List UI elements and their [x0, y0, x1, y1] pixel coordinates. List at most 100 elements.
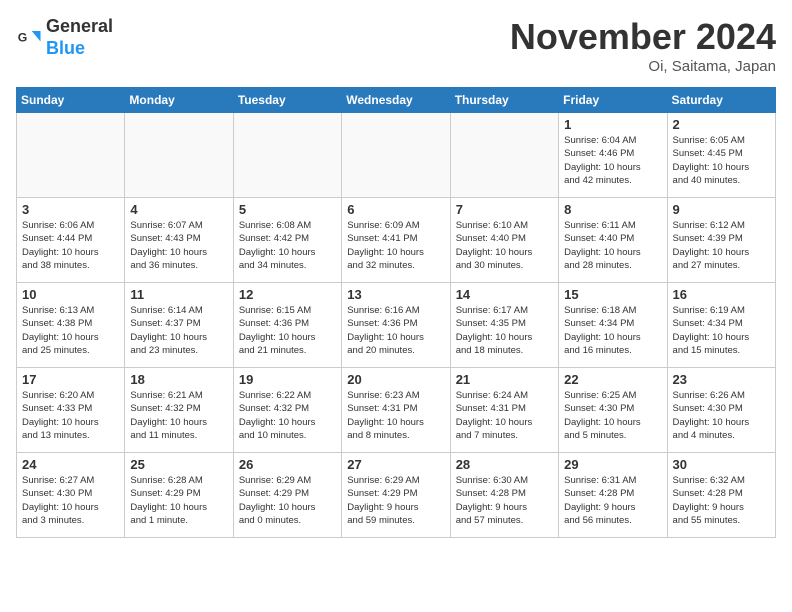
- calendar-cell: 18 Sunrise: 6:21 AM Sunset: 4:32 PM Dayli…: [125, 368, 233, 453]
- day-number: 8: [564, 202, 661, 217]
- day-info: Sunrise: 6:10 AM Sunset: 4:40 PM Dayligh…: [456, 219, 553, 272]
- day-number: 15: [564, 287, 661, 302]
- column-header-monday: Monday: [125, 88, 233, 113]
- day-info: Sunrise: 6:26 AM Sunset: 4:30 PM Dayligh…: [673, 389, 770, 442]
- calendar-cell: 3 Sunrise: 6:06 AM Sunset: 4:44 PM Daylig…: [17, 198, 125, 283]
- calendar-cell: 20 Sunrise: 6:23 AM Sunset: 4:31 PM Dayli…: [342, 368, 450, 453]
- day-number: 16: [673, 287, 770, 302]
- day-info: Sunrise: 6:06 AM Sunset: 4:44 PM Dayligh…: [22, 219, 119, 272]
- day-info: Sunrise: 6:05 AM Sunset: 4:45 PM Dayligh…: [673, 134, 770, 187]
- calendar-cell: [450, 113, 558, 198]
- calendar-week-4: 17Sunrise: 6:20 AM Sunset: 4:33 PM Dayli…: [17, 368, 776, 453]
- day-number: 18: [130, 372, 227, 387]
- calendar-cell: 4 Sunrise: 6:07 AM Sunset: 4:43 PM Daylig…: [125, 198, 233, 283]
- day-number: 24: [22, 457, 119, 472]
- day-number: 23: [673, 372, 770, 387]
- logo-icon: G: [16, 24, 44, 52]
- calendar-cell: 11 Sunrise: 6:14 AM Sunset: 4:37 PM Dayli…: [125, 283, 233, 368]
- day-info: Sunrise: 6:27 AM Sunset: 4:30 PM Dayligh…: [22, 474, 119, 527]
- column-header-thursday: Thursday: [450, 88, 558, 113]
- day-info: Sunrise: 6:24 AM Sunset: 4:31 PM Dayligh…: [456, 389, 553, 442]
- day-info: Sunrise: 6:32 AM Sunset: 4:28 PM Dayligh…: [673, 474, 770, 527]
- location: Oi, Saitama, Japan: [510, 58, 776, 75]
- day-number: 6: [347, 202, 444, 217]
- day-number: 10: [22, 287, 119, 302]
- day-info: Sunrise: 6:18 AM Sunset: 4:34 PM Dayligh…: [564, 304, 661, 357]
- day-info: Sunrise: 6:11 AM Sunset: 4:40 PM Dayligh…: [564, 219, 661, 272]
- calendar-cell: 22 Sunrise: 6:25 AM Sunset: 4:30 PM Dayli…: [559, 368, 667, 453]
- calendar-cell: 21 Sunrise: 6:24 AM Sunset: 4:31 PM Dayli…: [450, 368, 558, 453]
- day-number: 20: [347, 372, 444, 387]
- calendar-cell: 10Sunrise: 6:13 AM Sunset: 4:38 PM Dayli…: [17, 283, 125, 368]
- day-number: 11: [130, 287, 227, 302]
- calendar-cell: 29 Sunrise: 6:31 AM Sunset: 4:28 PM Dayli…: [559, 453, 667, 538]
- day-number: 30: [673, 457, 770, 472]
- calendar-header-row: SundayMondayTuesdayWednesdayThursdayFrid…: [17, 88, 776, 113]
- day-number: 14: [456, 287, 553, 302]
- day-info: Sunrise: 6:25 AM Sunset: 4:30 PM Dayligh…: [564, 389, 661, 442]
- calendar-cell: 8 Sunrise: 6:11 AM Sunset: 4:40 PM Daylig…: [559, 198, 667, 283]
- calendar-week-2: 3 Sunrise: 6:06 AM Sunset: 4:44 PM Daylig…: [17, 198, 776, 283]
- day-number: 17: [22, 372, 119, 387]
- day-number: 12: [239, 287, 336, 302]
- day-info: Sunrise: 6:07 AM Sunset: 4:43 PM Dayligh…: [130, 219, 227, 272]
- calendar-cell: 19 Sunrise: 6:22 AM Sunset: 4:32 PM Dayli…: [233, 368, 341, 453]
- calendar-cell: 17Sunrise: 6:20 AM Sunset: 4:33 PM Dayli…: [17, 368, 125, 453]
- day-number: 22: [564, 372, 661, 387]
- calendar-cell: 5Sunrise: 6:08 AM Sunset: 4:42 PM Daylig…: [233, 198, 341, 283]
- calendar-cell: 23 Sunrise: 6:26 AM Sunset: 4:30 PM Dayli…: [667, 368, 775, 453]
- column-header-wednesday: Wednesday: [342, 88, 450, 113]
- day-info: Sunrise: 6:14 AM Sunset: 4:37 PM Dayligh…: [130, 304, 227, 357]
- calendar-cell: [233, 113, 341, 198]
- calendar-cell: 13Sunrise: 6:16 AM Sunset: 4:36 PM Dayli…: [342, 283, 450, 368]
- day-number: 29: [564, 457, 661, 472]
- day-info: Sunrise: 6:04 AM Sunset: 4:46 PM Dayligh…: [564, 134, 661, 187]
- calendar-cell: 25Sunrise: 6:28 AM Sunset: 4:29 PM Dayli…: [125, 453, 233, 538]
- day-info: Sunrise: 6:15 AM Sunset: 4:36 PM Dayligh…: [239, 304, 336, 357]
- column-header-sunday: Sunday: [17, 88, 125, 113]
- day-number: 7: [456, 202, 553, 217]
- calendar-cell: 12 Sunrise: 6:15 AM Sunset: 4:36 PM Dayli…: [233, 283, 341, 368]
- calendar-cell: [125, 113, 233, 198]
- day-number: 1: [564, 117, 661, 132]
- calendar-cell: 30 Sunrise: 6:32 AM Sunset: 4:28 PM Dayli…: [667, 453, 775, 538]
- day-info: Sunrise: 6:28 AM Sunset: 4:29 PM Dayligh…: [130, 474, 227, 527]
- calendar-table: SundayMondayTuesdayWednesdayThursdayFrid…: [16, 87, 776, 538]
- day-number: 26: [239, 457, 336, 472]
- day-info: Sunrise: 6:22 AM Sunset: 4:32 PM Dayligh…: [239, 389, 336, 442]
- svg-text:G: G: [18, 30, 28, 44]
- calendar-cell: [17, 113, 125, 198]
- calendar-cell: [342, 113, 450, 198]
- calendar-cell: 14Sunrise: 6:17 AM Sunset: 4:35 PM Dayli…: [450, 283, 558, 368]
- column-header-tuesday: Tuesday: [233, 88, 341, 113]
- calendar-week-3: 10Sunrise: 6:13 AM Sunset: 4:38 PM Dayli…: [17, 283, 776, 368]
- day-info: Sunrise: 6:19 AM Sunset: 4:34 PM Dayligh…: [673, 304, 770, 357]
- calendar-week-1: 1 Sunrise: 6:04 AM Sunset: 4:46 PM Daylig…: [17, 113, 776, 198]
- calendar-cell: 9Sunrise: 6:12 AM Sunset: 4:39 PM Daylig…: [667, 198, 775, 283]
- day-number: 5: [239, 202, 336, 217]
- calendar-cell: 6 Sunrise: 6:09 AM Sunset: 4:41 PM Daylig…: [342, 198, 450, 283]
- column-header-saturday: Saturday: [667, 88, 775, 113]
- day-info: Sunrise: 6:09 AM Sunset: 4:41 PM Dayligh…: [347, 219, 444, 272]
- day-number: 13: [347, 287, 444, 302]
- logo: G General Blue: [16, 16, 113, 59]
- day-info: Sunrise: 6:30 AM Sunset: 4:28 PM Dayligh…: [456, 474, 553, 527]
- day-number: 3: [22, 202, 119, 217]
- calendar-cell: 27Sunrise: 6:29 AM Sunset: 4:29 PM Dayli…: [342, 453, 450, 538]
- day-number: 4: [130, 202, 227, 217]
- calendar-body: 1 Sunrise: 6:04 AM Sunset: 4:46 PM Daylig…: [17, 113, 776, 538]
- calendar-cell: 16 Sunrise: 6:19 AM Sunset: 4:34 PM Dayli…: [667, 283, 775, 368]
- day-info: Sunrise: 6:21 AM Sunset: 4:32 PM Dayligh…: [130, 389, 227, 442]
- day-number: 21: [456, 372, 553, 387]
- day-info: Sunrise: 6:31 AM Sunset: 4:28 PM Dayligh…: [564, 474, 661, 527]
- calendar-week-5: 24 Sunrise: 6:27 AM Sunset: 4:30 PM Dayli…: [17, 453, 776, 538]
- calendar-cell: 15 Sunrise: 6:18 AM Sunset: 4:34 PM Dayli…: [559, 283, 667, 368]
- calendar-cell: 1 Sunrise: 6:04 AM Sunset: 4:46 PM Daylig…: [559, 113, 667, 198]
- calendar-cell: 2Sunrise: 6:05 AM Sunset: 4:45 PM Daylig…: [667, 113, 775, 198]
- month-title: November 2024: [510, 16, 776, 58]
- day-info: Sunrise: 6:12 AM Sunset: 4:39 PM Dayligh…: [673, 219, 770, 272]
- day-number: 28: [456, 457, 553, 472]
- day-number: 19: [239, 372, 336, 387]
- day-info: Sunrise: 6:23 AM Sunset: 4:31 PM Dayligh…: [347, 389, 444, 442]
- logo-general: General: [46, 16, 113, 38]
